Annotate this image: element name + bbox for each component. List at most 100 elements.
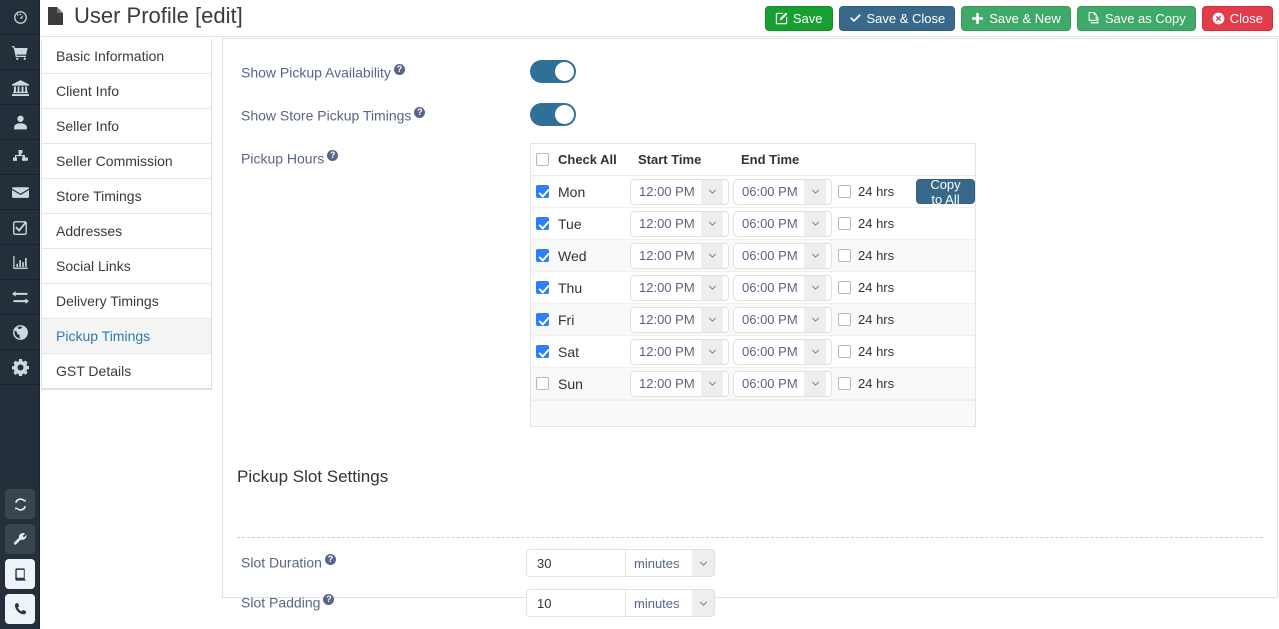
- chevron-down-icon: [804, 179, 826, 204]
- slot-duration-unit-select[interactable]: minutes: [626, 549, 715, 577]
- hrs24-checkbox[interactable]: [838, 313, 851, 326]
- end-time-select[interactable]: 06:00 PM: [733, 242, 832, 269]
- hrs24-checkbox[interactable]: [838, 345, 851, 358]
- save-button[interactable]: Save: [764, 6, 833, 31]
- chevron-down-icon: [804, 275, 826, 300]
- page-header: User Profile [edit] Save Save & Close Sa…: [40, 0, 1279, 37]
- day-enabled-checkbox[interactable]: [536, 185, 549, 198]
- rail-item-reports[interactable]: [0, 245, 40, 280]
- sidebar-item-basic-information[interactable]: Basic Information: [42, 39, 211, 74]
- sidebar-item-delivery-timings[interactable]: Delivery Timings: [42, 284, 211, 319]
- chevron-down-icon: [804, 339, 826, 364]
- toggle-switch[interactable]: [530, 60, 576, 83]
- day-enabled-checkbox[interactable]: [536, 281, 549, 294]
- toggle-switch[interactable]: [530, 103, 576, 126]
- help-icon-slot-padding[interactable]: ?: [323, 594, 335, 605]
- start-time-select[interactable]: 12:00 PM: [630, 370, 729, 397]
- sidebar-item-pickup-timings[interactable]: Pickup Timings: [42, 319, 211, 354]
- end-time-select[interactable]: 06:00 PM: [733, 306, 832, 333]
- rail-item-catalog[interactable]: [0, 140, 40, 175]
- hrs24-label: 24 hrs: [858, 216, 895, 231]
- sidebar-item-seller-info[interactable]: Seller Info: [42, 109, 211, 144]
- rail-item-settings[interactable]: [0, 350, 40, 385]
- table-row: Wed 12:00 PM 06:00 PM 24 hrs: [531, 240, 975, 272]
- copy-to-all-button[interactable]: Copy to All: [916, 177, 975, 207]
- rail-item-localization[interactable]: [0, 315, 40, 350]
- start-time-cell: 12:00 PM: [630, 338, 733, 365]
- day-enabled-checkbox[interactable]: [536, 249, 549, 262]
- toggle-show-store-pickup-timings[interactable]: [530, 103, 576, 129]
- end-time-select[interactable]: 06:00 PM: [733, 370, 832, 397]
- hrs24-checkbox[interactable]: [838, 377, 851, 390]
- end-time-select[interactable]: 06:00 PM: [733, 274, 832, 301]
- phone-icon: [14, 602, 26, 614]
- sidebar-item-store-timings[interactable]: Store Timings: [42, 179, 211, 214]
- page-title: User Profile [edit]: [74, 3, 243, 28]
- check-all-checkbox[interactable]: [536, 153, 549, 166]
- chevron-down-icon: [804, 211, 826, 236]
- chevron-down-icon: [701, 275, 723, 300]
- rail-item-orders[interactable]: [0, 35, 40, 70]
- start-time-select[interactable]: 12:00 PM: [630, 178, 729, 205]
- exchange-icon: [11, 290, 29, 304]
- save-as-copy-button[interactable]: Save as Copy: [1076, 6, 1196, 31]
- rail-item-users[interactable]: [0, 105, 40, 140]
- hrs24-checkbox[interactable]: [838, 217, 851, 230]
- start-time-value: 12:00 PM: [639, 280, 695, 295]
- rail-item-messages[interactable]: [0, 175, 40, 210]
- start-time-select[interactable]: 12:00 PM: [630, 306, 729, 333]
- end-time-select[interactable]: 06:00 PM: [733, 338, 832, 365]
- toggle-show-pickup-availability[interactable]: [530, 60, 576, 86]
- start-time-select[interactable]: 12:00 PM: [630, 242, 729, 269]
- day-enabled-checkbox[interactable]: [536, 313, 549, 326]
- slot-padding-label: Slot Padding: [241, 594, 321, 611]
- slot-duration-input[interactable]: [526, 549, 626, 577]
- start-time-value: 12:00 PM: [639, 312, 695, 327]
- wrench-icon: [13, 532, 26, 545]
- help-icon-pickup-hours[interactable]: ?: [327, 150, 339, 161]
- sidebar-item-gst-details[interactable]: GST Details: [42, 354, 211, 389]
- day-label: Wed: [558, 247, 587, 264]
- start-time-cell: 12:00 PM: [630, 274, 733, 301]
- sidebar-item-addresses[interactable]: Addresses: [42, 214, 211, 249]
- rail-button-refresh[interactable]: [5, 489, 35, 519]
- rail-button-docs[interactable]: [5, 559, 35, 589]
- end-time-cell: 06:00 PM: [733, 210, 838, 237]
- sidebar-item-client-info[interactable]: Client Info: [42, 74, 211, 109]
- save-and-new-button[interactable]: Save & New: [961, 6, 1071, 31]
- day-enabled-checkbox[interactable]: [536, 217, 549, 230]
- save-and-close-button[interactable]: Save & Close: [838, 6, 956, 31]
- start-time-select[interactable]: 12:00 PM: [630, 274, 729, 301]
- day-enabled-checkbox[interactable]: [536, 345, 549, 358]
- show-pickup-availability-label: Show Pickup Availability: [241, 64, 391, 81]
- end-time-select[interactable]: 06:00 PM: [733, 178, 832, 205]
- hrs24-checkbox[interactable]: [838, 249, 851, 262]
- rail-item-accounts[interactable]: [0, 70, 40, 105]
- start-time-cell: 12:00 PM: [630, 242, 733, 269]
- rail-button-tools[interactable]: [5, 524, 35, 554]
- copy-icon: [1088, 12, 1099, 24]
- show-store-pickup-timings-label: Show Store Pickup Timings: [241, 107, 412, 124]
- sidebar-item-seller-commission[interactable]: Seller Commission: [42, 144, 211, 179]
- hrs24-checkbox[interactable]: [838, 185, 851, 198]
- rail-item-tasks[interactable]: [0, 210, 40, 245]
- help-icon-slot-duration[interactable]: ?: [324, 554, 336, 565]
- end-time-cell: 06:00 PM: [733, 178, 838, 205]
- start-time-select[interactable]: 12:00 PM: [630, 338, 729, 365]
- close-button[interactable]: Close: [1201, 6, 1273, 31]
- slot-padding-input[interactable]: [526, 589, 626, 617]
- sidebar-item-social-links[interactable]: Social Links: [42, 249, 211, 284]
- rail-button-support[interactable]: [5, 594, 35, 624]
- hrs24-checkbox[interactable]: [838, 281, 851, 294]
- help-icon-show-store-pickup-timings[interactable]: ?: [414, 107, 426, 118]
- rail-item-transactions[interactable]: [0, 280, 40, 315]
- start-time-select[interactable]: 12:00 PM: [630, 210, 729, 237]
- day-enabled-checkbox[interactable]: [536, 377, 549, 390]
- end-time-select[interactable]: 06:00 PM: [733, 210, 832, 237]
- end-time-value: 06:00 PM: [742, 312, 798, 327]
- slot-padding-unit-select[interactable]: minutes: [626, 589, 715, 617]
- end-time-value: 06:00 PM: [742, 376, 798, 391]
- help-icon-show-pickup-availability[interactable]: ?: [393, 64, 405, 75]
- rail-item-dashboard[interactable]: [0, 0, 40, 35]
- header-toolbar: Save Save & Close Save & New Save as Cop…: [764, 6, 1273, 31]
